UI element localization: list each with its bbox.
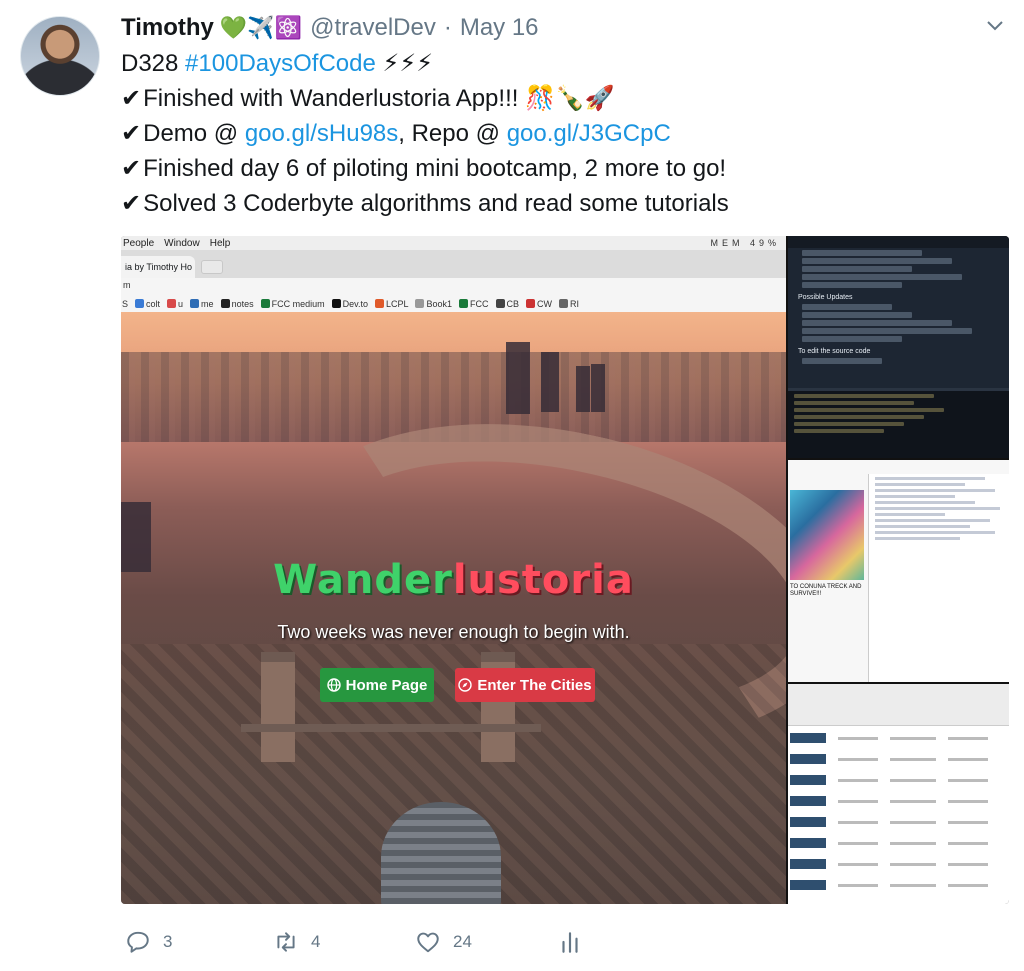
chevron-down-icon[interactable] — [984, 16, 1006, 38]
enter-cities-label: Enter The Cities — [477, 676, 592, 694]
like-button[interactable]: 24 — [415, 929, 557, 955]
bookmark-item: notes — [220, 298, 254, 309]
home-page-button: Home Page — [320, 668, 434, 702]
tab-label: ia by Timothy Ho — [125, 262, 193, 272]
retweet-count: 4 — [311, 932, 321, 951]
editor-heading: To edit the source code — [798, 348, 871, 355]
tweet-line-5: ✔ Solved 3 Coderbyte algorithms and read… — [121, 186, 729, 221]
demo-label: Demo @ — [143, 120, 245, 147]
address-bar: m — [121, 278, 786, 294]
code-editor-screenshot: Possible Updates To edit the source code — [788, 236, 1009, 458]
line-text: Finished with Wanderlustoria App!!! 🎊🍾🚀 — [143, 85, 615, 112]
tweet-media[interactable]: People Window Help MEM 49% ia by Timothy… — [121, 236, 1009, 904]
reply-count: 3 — [163, 932, 173, 951]
tweet-text: D328 #100DaysOfCode ⚡⚡⚡ ✔ Finished with … — [121, 46, 729, 221]
day-label: D328 — [121, 50, 186, 77]
heart-icon — [417, 932, 439, 953]
reply-button[interactable]: 3 — [125, 929, 273, 955]
repo-link[interactable]: goo.gl/J3GCpC — [507, 116, 671, 151]
bookmark-item: RI — [559, 298, 579, 309]
browser-tab: ia by Timothy Ho × — [121, 256, 195, 278]
lightning-emojis: ⚡⚡⚡ — [375, 50, 434, 77]
bookmark-item: me — [190, 298, 214, 309]
browser-chrome — [788, 684, 1009, 726]
retweet-icon — [277, 932, 295, 952]
author-name[interactable]: Timothy — [121, 14, 214, 42]
repo-label: , Repo @ — [398, 120, 507, 147]
skyscraper — [591, 364, 605, 412]
bookmarks-bar: S colt u me notes FCC medium Dev.to LCPL… — [121, 294, 786, 314]
bookmark-item: FCC — [459, 298, 489, 309]
compass-icon — [458, 678, 473, 692]
retweet-button[interactable]: 4 — [273, 929, 415, 955]
bookmark-item: S — [122, 298, 129, 309]
menu-people: People — [123, 237, 155, 249]
bookmark-item: LCPL — [374, 298, 408, 309]
bookmark-item: Book1 — [415, 298, 452, 309]
app-logo: Wanderlustoria — [273, 557, 634, 603]
browser-tabbar: ia by Timothy Ho × — [121, 250, 786, 278]
header-separator: · — [443, 14, 452, 41]
city-hall-dome — [381, 802, 501, 904]
bookmark-item: FCC medium — [260, 298, 325, 309]
bookmark-item: u — [167, 298, 183, 309]
checkmark-icon: ✔ — [121, 120, 142, 147]
tower-bridge — [241, 642, 541, 762]
menu-help: Help — [209, 237, 231, 249]
mural-caption: TO CONUNA TRECK AND SURVIVE!!! — [790, 584, 862, 597]
author-avatar[interactable] — [20, 16, 100, 96]
skyscraper — [506, 342, 530, 414]
hero-banner: Wanderlustoria Two weeks was never enoug… — [121, 312, 786, 904]
tweet-line-4: ✔ Finished day 6 of piloting mini bootca… — [121, 151, 729, 186]
tweet-line-1: D328 #100DaysOfCode ⚡⚡⚡ — [121, 46, 729, 81]
tweet-actions: 3 4 24 — [125, 922, 583, 962]
analytics-icon — [562, 932, 578, 953]
home-page-label: Home Page — [345, 676, 428, 694]
hashtag-link[interactable]: #100DaysOfCode — [185, 46, 376, 81]
mural-image — [790, 490, 864, 580]
enter-cities-button: Enter The Cities — [455, 668, 595, 702]
new-tab-button — [201, 260, 223, 274]
bookmark-item: colt — [135, 298, 160, 309]
editor-tabs — [788, 236, 1009, 248]
tweet-line-3: ✔ Demo @ goo.gl/sHu98s , Repo @ goo.gl/J… — [121, 116, 729, 151]
line-text: Finished day 6 of piloting mini bootcamp… — [143, 155, 727, 182]
devtools-panel — [868, 474, 1009, 682]
checkmark-icon: ✔ — [121, 85, 142, 112]
tweet-date[interactable]: May 16 — [460, 14, 539, 42]
name-emojis: 💚✈️⚛️ — [219, 15, 303, 40]
tweet-header: Timothy 💚✈️⚛️ @travelDev · May 16 — [121, 12, 539, 44]
author-handle[interactable]: @travelDev — [310, 14, 436, 42]
like-count: 24 — [453, 932, 472, 951]
bookmark-item: CB — [495, 298, 519, 309]
coderbyte-screenshot — [788, 684, 1009, 904]
browser-screenshot: People Window Help MEM 49% ia by Timothy… — [121, 236, 786, 904]
skyscraper — [541, 352, 559, 412]
analytics-button[interactable] — [557, 929, 583, 955]
editor-heading: Possible Updates — [798, 294, 853, 301]
bookmark-item: Dev.to — [331, 298, 368, 309]
bookmark-item: CW — [526, 298, 552, 309]
mac-menubar: People Window Help MEM 49% — [121, 236, 786, 250]
tweet-line-2: ✔ Finished with Wanderlustoria App!!! 🎊🍾… — [121, 81, 729, 116]
globe-icon — [326, 678, 341, 692]
line-text: Solved 3 Coderbyte algorithms and read s… — [143, 190, 729, 217]
reply-icon — [127, 931, 149, 953]
checkmark-icon: ✔ — [121, 155, 142, 182]
skyscraper — [576, 366, 590, 412]
menu-window: Window — [164, 237, 200, 249]
terminal-panel — [788, 388, 1009, 458]
checkmark-icon: ✔ — [121, 190, 142, 217]
menubar-status: MEM 49% — [710, 238, 780, 248]
demo-link[interactable]: goo.gl/sHu98s — [245, 116, 398, 151]
hero-subtitle: Two weeks was never enough to begin with… — [277, 622, 630, 642]
devtools-screenshot: TO CONUNA TRECK AND SURVIVE!!! — [788, 460, 1009, 682]
